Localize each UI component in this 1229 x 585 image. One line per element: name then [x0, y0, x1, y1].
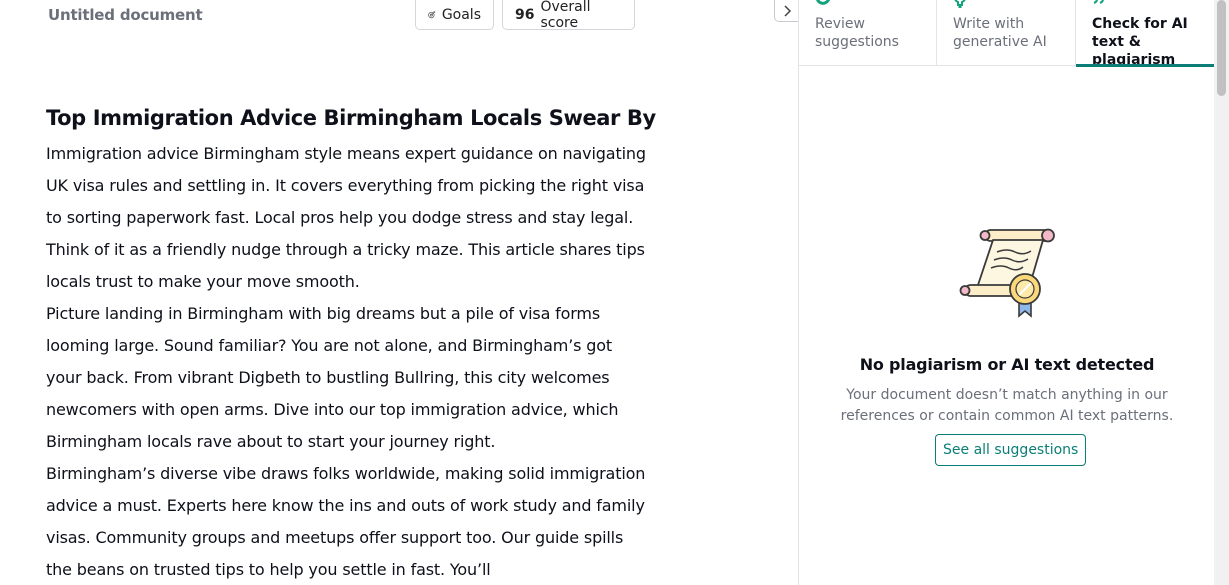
chevron-right-icon — [783, 4, 791, 17]
paragraph: Picture landing in Birmingham with big d… — [46, 304, 619, 451]
document-body[interactable]: Top Immigration Advice Birmingham Locals… — [46, 104, 656, 585]
paragraph: Birmingham’s diverse vibe draws folks wo… — [46, 464, 646, 579]
tab-review-suggestions[interactable]: Review suggestions — [799, 0, 937, 66]
tab-label: Check for AI text & plagiarism — [1092, 16, 1188, 68]
assistant-panel: Review suggestions Write with generative… — [798, 0, 1215, 585]
empty-state-title: No plagiarism or AI text detected — [859, 355, 1155, 374]
see-all-suggestions-button[interactable]: See all suggestions — [935, 434, 1087, 466]
editor-area: Untitled document Goals 96 Overall score… — [0, 0, 798, 585]
tab-ai-plagiarism-check[interactable]: Check for AI text & plagiarism — [1076, 0, 1214, 68]
overall-score-button[interactable]: 96 Overall score — [502, 0, 635, 31]
tab-generative-ai[interactable]: Write with generative AI — [937, 0, 1076, 66]
score-value: 96 — [515, 6, 535, 23]
certificate-scroll-icon — [959, 228, 1055, 318]
panel-tabs: Review suggestions Write with generative… — [799, 0, 1215, 68]
scrollbar-thumb[interactable] — [1217, 0, 1226, 96]
tab-label: Review suggestions — [815, 16, 899, 50]
quote-icon — [1093, 0, 1104, 4]
tab-label: Write with generative AI — [953, 16, 1047, 50]
article-heading: Top Immigration Advice Birmingham Locals… — [46, 106, 656, 130]
paragraph: Immigration advice Birmingham style mean… — [46, 144, 646, 291]
scrollbar[interactable] — [1214, 0, 1229, 585]
goals-button[interactable]: Goals — [415, 0, 494, 30]
document-title[interactable]: Untitled document — [48, 6, 203, 24]
collapse-panel-button[interactable] — [774, 0, 798, 22]
target-icon — [428, 11, 436, 19]
score-label: Overall score — [540, 0, 591, 31]
empty-state-description: Your document doesn’t match anything in … — [840, 387, 1174, 424]
grammarly-logo-icon — [816, 0, 830, 5]
lightbulb-icon — [954, 0, 966, 8]
goals-label: Goals — [441, 6, 481, 23]
